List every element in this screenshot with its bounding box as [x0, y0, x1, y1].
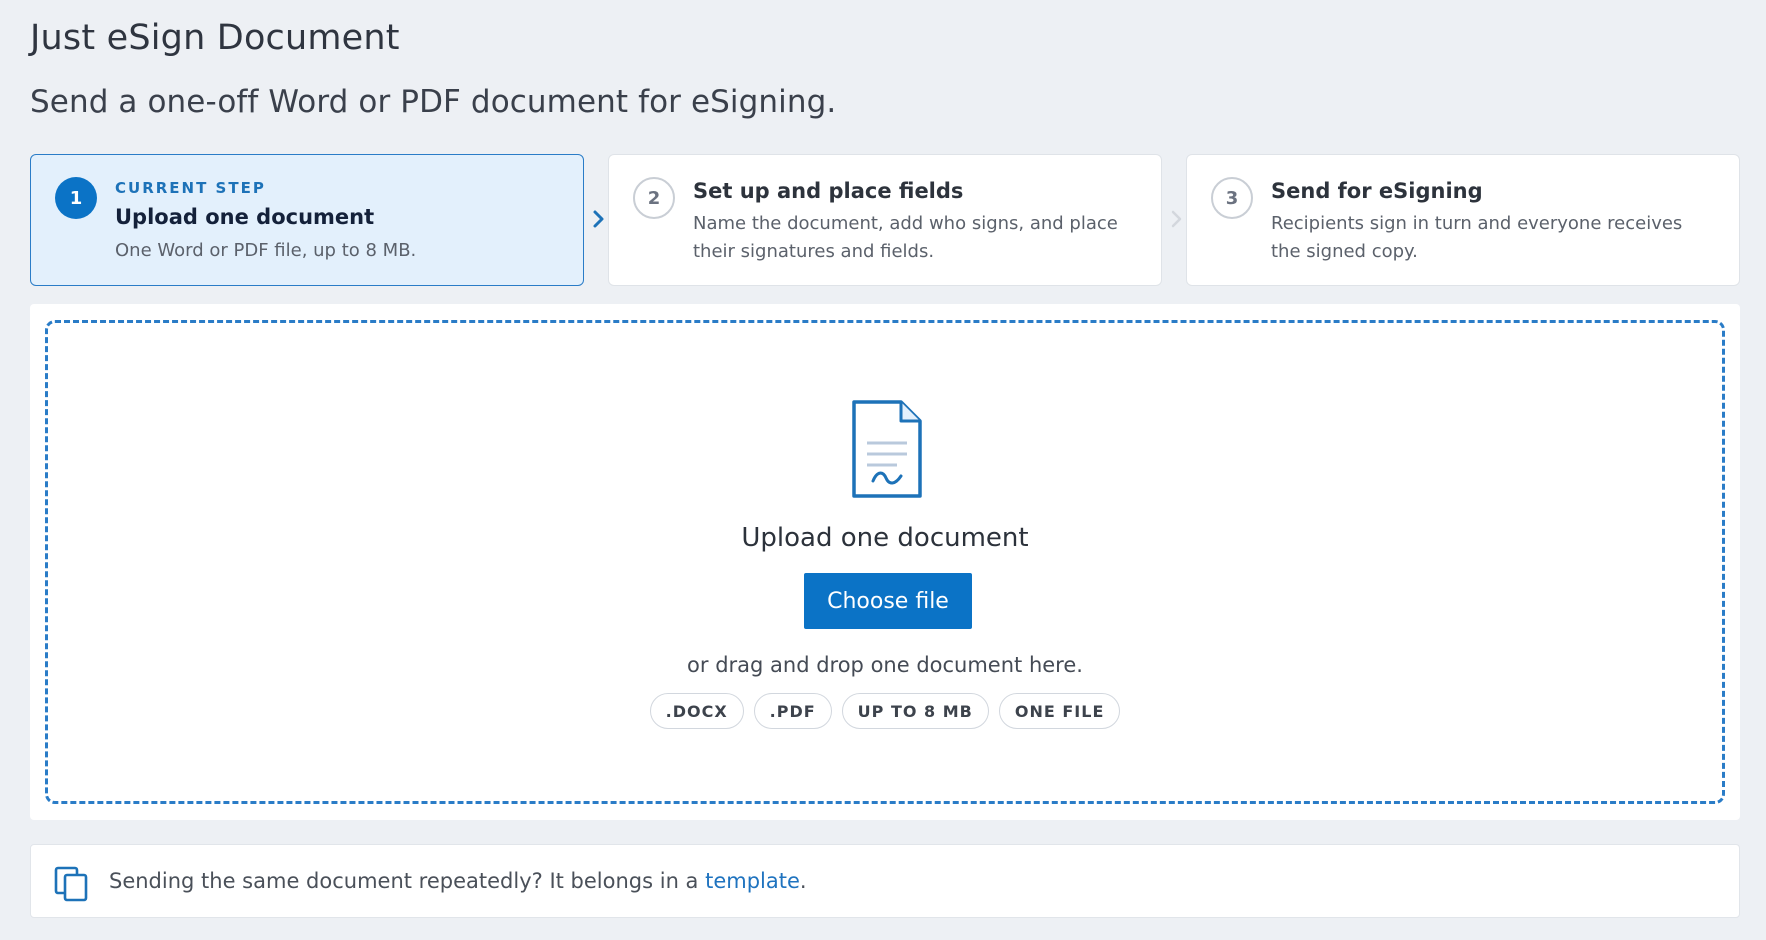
step-title: Send for eSigning — [1271, 179, 1483, 203]
step-number-badge: 2 — [633, 177, 675, 219]
file-requirements: .DOCX .PDF UP TO 8 MB ONE FILE — [48, 693, 1722, 729]
step-set-up-fields: 2 Set up and place fields Name the docum… — [608, 154, 1162, 286]
template-link[interactable]: template — [705, 869, 800, 893]
tip-text-before: Sending the same document repeatedly? It… — [109, 869, 706, 893]
choose-file-button[interactable]: Choose file — [804, 573, 972, 629]
step-title: Set up and place fields — [693, 179, 964, 203]
file-dropzone[interactable]: Upload one document Choose file or drag … — [45, 320, 1725, 804]
tip-text-after: . — [799, 869, 807, 893]
step-upload-document: 1 CURRENT STEP Upload one document One W… — [30, 154, 584, 286]
upload-card: Upload one document Choose file or drag … — [30, 304, 1740, 820]
step-description: One Word or PDF file, up to 8 MB. — [115, 240, 417, 261]
chip-pdf: .PDF — [753, 693, 832, 729]
stepper: 1 CURRENT STEP Upload one document One W… — [30, 154, 1740, 286]
copy-icon — [54, 866, 88, 902]
current-step-label: CURRENT STEP — [115, 179, 266, 197]
chevron-right-icon — [589, 204, 609, 234]
page-title: Just eSign Document — [30, 18, 400, 58]
template-tip: Sending the same document repeatedly? It… — [30, 844, 1740, 918]
step-title: Upload one document — [115, 205, 375, 229]
chip-docx: .DOCX — [649, 693, 744, 729]
step-number-badge: 3 — [1211, 177, 1253, 219]
document-signature-icon — [852, 400, 922, 498]
chevron-right-icon — [1167, 204, 1187, 234]
step-number-badge: 1 — [55, 177, 97, 219]
step-send-for-esigning: 3 Send for eSigning Recipients sign in t… — [1186, 154, 1740, 286]
chip-one-file: ONE FILE — [998, 693, 1121, 729]
page-subtitle: Send a one-off Word or PDF document for … — [30, 84, 837, 120]
step-description: Name the document, add who signs, and pl… — [693, 213, 1118, 262]
chip-size-limit: UP TO 8 MB — [841, 693, 989, 729]
upload-title: Upload one document — [741, 523, 1029, 553]
page: Just eSign Document Send a one-off Word … — [0, 0, 1766, 940]
tip-text: Sending the same document repeatedly? It… — [109, 869, 807, 893]
drag-drop-hint: or drag and drop one document here. — [687, 653, 1083, 677]
step-description: Recipients sign in turn and everyone rec… — [1271, 213, 1683, 262]
